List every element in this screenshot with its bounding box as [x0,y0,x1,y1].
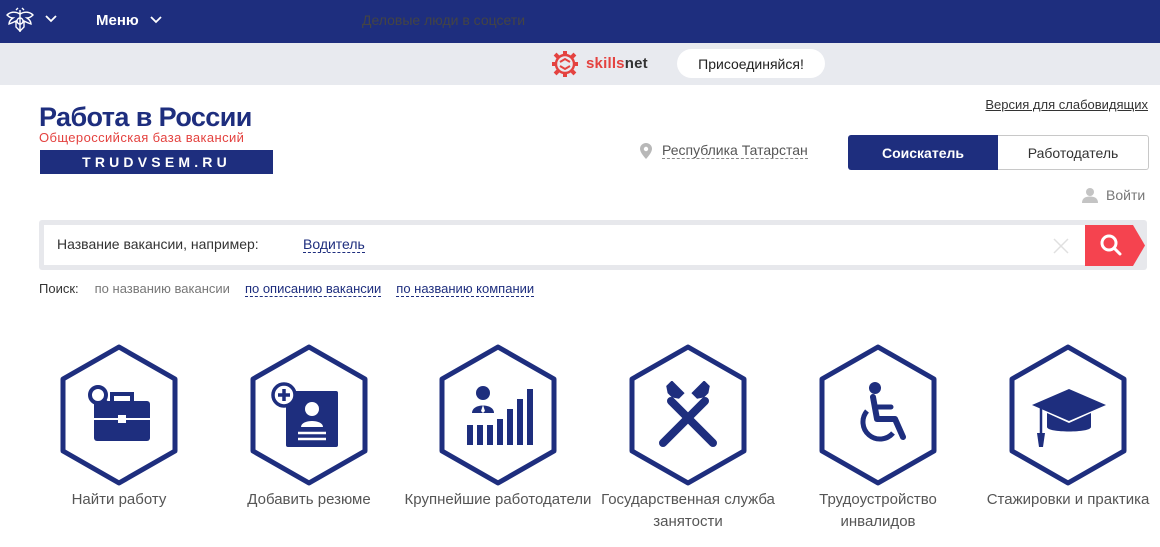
menu-dropdown[interactable]: Меню [96,10,163,30]
top-employers-icon [467,386,533,445]
skillsnet-gear-icon [552,51,578,77]
search-mode-company[interactable]: по названию компании [396,281,535,297]
role-switch: Соискатель Работодатель [848,135,1149,170]
accessibility-version-link[interactable]: Версия для слабовидящих [985,97,1148,112]
category-label: Крупнейшие работодатели [404,491,592,508]
login-label: Войти [1106,187,1146,203]
category-label: Трудоустройство инвалидов [819,491,937,530]
search-example-link[interactable]: Водитель [303,236,365,253]
search-hint: Название вакансии, например: [57,236,259,252]
join-button[interactable]: Присоединяйся! [677,49,825,78]
menu-label: Меню [96,11,139,29]
russian-emblem-icon[interactable] [4,5,36,37]
category-internships[interactable]: Стажировки и практика [973,343,1160,547]
role-employer-button[interactable]: Работодатель [998,135,1149,170]
clear-icon[interactable] [1052,237,1070,255]
search-input[interactable] [380,227,1040,263]
skillsnet-logo-dark: net [624,55,648,72]
user-icon [1082,188,1098,203]
search-modes: Поиск: по названию вакансии по описанию … [39,281,549,297]
category-label: Стажировки и практика [986,491,1150,508]
promo-banner [0,43,1160,85]
logo-subtitle: Общероссийская база вакансий [39,130,245,145]
role-seeker-button[interactable]: Соискатель [848,135,998,170]
skillsnet-logo-red: skills [586,55,625,72]
category-label: Государственная служба занятости [601,491,775,530]
location-pin-icon [640,142,652,159]
graduation-cap-icon [1032,389,1106,447]
category-employment-service[interactable]: Государственная служба занятости [593,343,783,547]
crossed-hammers-icon [659,381,717,447]
category-disabled-employment[interactable]: Трудоустройство инвалидов [783,343,973,547]
search-mode-title[interactable]: по названию вакансии [95,281,230,296]
skillsnet-logo[interactable]: skillsnet [586,55,648,72]
category-label: Добавить резюме [247,491,371,508]
chevron-down-icon [150,16,162,24]
search-mode-description[interactable]: по описанию вакансии [244,281,382,297]
search-button[interactable] [1085,225,1145,266]
region-selector[interactable]: Республика Татарстан [640,142,808,159]
login-button[interactable]: Войти [1082,187,1145,203]
wheelchair-icon [860,382,906,442]
category-find-job[interactable]: Найти работу [24,343,214,547]
category-label: Найти работу [71,491,167,508]
search-modes-label: Поиск: [39,281,79,296]
top-navbar: Меню [0,0,1160,43]
category-add-resume[interactable]: Добавить резюме [214,343,404,547]
briefcase-search-icon [88,385,150,441]
logo-domain[interactable]: TRUDVSEM.RU [40,150,273,174]
chevron-down-icon[interactable] [44,12,58,26]
category-top-employers[interactable]: Крупнейшие работодатели [403,343,593,547]
add-resume-icon [271,382,338,447]
region-label: Республика Татарстан [662,142,808,159]
logo-title[interactable]: Работа в России [39,102,252,132]
promo-text: Деловые люди в соцсети [362,12,526,28]
